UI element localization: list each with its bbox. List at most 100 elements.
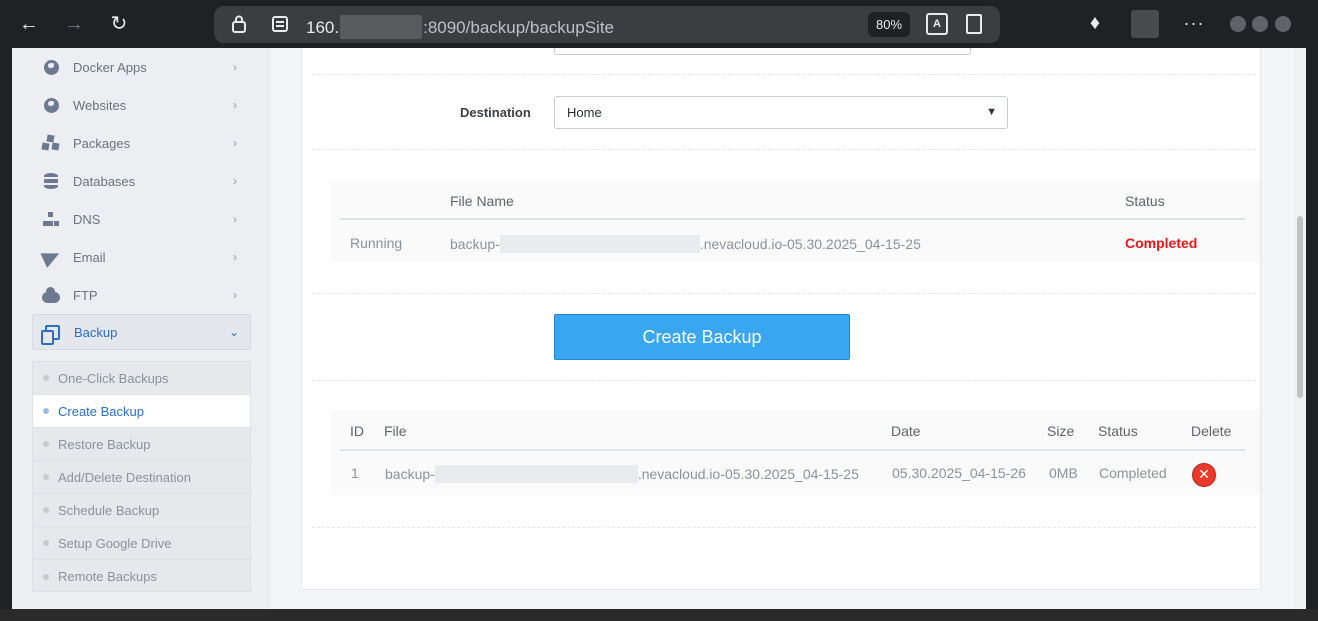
sidebar-item-dns[interactable]: DNS › [32,201,251,237]
running-state: Running [350,235,403,251]
window-close-button[interactable] [1275,16,1291,32]
website-select[interactable] [554,48,971,55]
submenu-item-one-click-backups[interactable]: One-Click Backups [33,362,250,395]
chevron-right-icon: › [233,212,237,226]
sidebar-item-docker-apps[interactable]: Docker Apps › [32,49,251,85]
column-header-status: Status [1098,423,1138,439]
window-minimize-button[interactable] [1230,16,1246,32]
window-maximize-button[interactable] [1252,16,1268,32]
bullet-icon [43,540,49,546]
chevron-right-icon: › [233,98,237,112]
browser-toolbar: ← → ↻ 160.:8090/backup/backupSite 80% A … [0,0,1318,48]
chevron-right-icon: › [233,174,237,188]
bullet-icon [43,507,49,513]
sidebar-item-label: DNS [73,211,101,227]
submenu-label: Add/Delete Destination [58,469,191,485]
puzzle-extension-icon[interactable]: ♦ [1084,12,1106,34]
column-header-status: Status [1125,193,1165,209]
more-menu-icon[interactable]: ··· [1180,10,1208,38]
address-bar[interactable]: 160. :8090/backup/backupSite 80% A [214,6,1000,43]
delete-icon[interactable]: ✕ [1192,463,1216,487]
favorites-icon[interactable] [966,14,982,34]
sidebar-item-ftp[interactable]: FTP › [32,277,251,313]
bullet-icon [43,474,49,480]
create-backup-button[interactable]: Create Backup [554,314,850,360]
sidebar: Docker Apps › Websites › Packages › Data… [12,48,271,609]
submenu-item-remote-backups[interactable]: Remote Backups [33,560,250,593]
taskbar-strip [0,609,1318,621]
submenu-item-create-backup[interactable]: Create Backup [33,395,250,428]
redacted-block [434,465,638,483]
destination-select[interactable]: Home ▼ [554,96,1008,129]
boxes-icon [41,134,61,152]
submenu-item-restore-backup[interactable]: Restore Backup [33,428,250,461]
column-header-delete: Delete [1191,423,1232,439]
divider [312,74,1256,75]
sidebar-item-label: Websites [73,97,127,113]
chevron-down-icon: ⌄ [228,325,240,339]
destination-value: Home [567,105,602,120]
site-info-icon[interactable] [272,16,288,32]
table-header: File Name Status [340,181,1245,220]
backup-status: Completed [1099,465,1167,481]
submenu-label: Remote Backups [58,569,157,584]
sidebar-item-label: Backup [74,324,118,340]
sidebar-item-email[interactable]: Email › [32,239,251,275]
url-host: 160. [306,18,340,37]
page-scrollbar[interactable] [1294,48,1306,609]
column-header-file: File [384,423,407,439]
translate-icon[interactable]: A [926,13,948,35]
submenu-item-setup-google-drive[interactable]: Setup Google Drive [33,527,250,560]
reload-icon[interactable]: ↻ [105,10,133,38]
bullet-icon [43,441,49,447]
file-prefix: backup- [385,466,435,482]
cloud-upload-icon [41,286,61,304]
sidebar-item-label: FTP [73,287,98,303]
chevron-right-icon: › [233,288,237,302]
column-header-file-name: File Name [450,193,514,209]
backup-file: backup- .nevacloud.io-05.30.2025_04-15-25 [385,465,859,483]
submenu-label: One-Click Backups [58,370,169,386]
submenu-item-add-delete-destination[interactable]: Add/Delete Destination [33,461,250,494]
profile-avatar[interactable] [1131,10,1159,38]
zoom-level[interactable]: 80% [868,12,911,37]
submenu-item-schedule-backup[interactable]: Schedule Backup [33,494,250,527]
bullet-icon [43,573,49,580]
sidebar-item-backup[interactable]: Backup ⌄ [32,314,251,350]
network-icon [41,210,61,228]
url-path: :8090/backup/backupSite [423,18,615,37]
url-text[interactable]: 160. :8090/backup/backupSite [306,15,614,39]
sidebar-item-packages[interactable]: Packages › [32,125,251,161]
globe-icon [41,96,61,114]
sidebar-item-label: Email [73,249,106,265]
divider [312,149,1256,150]
submenu-label: Create Backup [58,403,144,419]
sidebar-item-websites[interactable]: Websites › [32,87,251,123]
file-suffix: .nevacloud.io-05.30.2025_04-15-25 [699,236,921,252]
globe-icon [41,58,61,76]
backup-id: 1 [351,465,359,481]
sidebar-item-databases[interactable]: Databases › [32,163,251,199]
column-header-date: Date [891,423,921,439]
file-prefix: backup- [450,236,500,252]
backups-table: ID File Date Size Status Delete 1 backup… [330,411,1260,495]
redacted-block [340,15,423,39]
scrollbar-thumb[interactable] [1297,216,1303,398]
running-status: Completed [1125,235,1198,251]
submenu-label: Schedule Backup [58,502,160,518]
sidebar-item-label: Docker Apps [73,59,147,75]
running-backup-table: File Name Status Running backup- .nevaclo… [330,181,1260,261]
forward-arrow-icon[interactable]: → [60,10,88,38]
chevron-right-icon: › [233,60,237,74]
chevron-right-icon: › [233,136,237,150]
backup-card: Destination Home ▼ File Name Status Runn… [301,48,1261,590]
column-header-size: Size [1047,423,1075,439]
running-file-name: backup- .nevacloud.io-05.30.2025_04-15-25 [450,235,921,253]
sidebar-item-label: Packages [73,135,131,151]
database-icon [41,172,61,190]
file-suffix: .nevacloud.io-05.30.2025_04-15-25 [637,466,859,482]
chevron-right-icon: › [233,250,237,264]
bullet-icon [43,375,49,381]
back-arrow-icon[interactable]: ← [15,10,43,38]
divider [312,380,1256,381]
